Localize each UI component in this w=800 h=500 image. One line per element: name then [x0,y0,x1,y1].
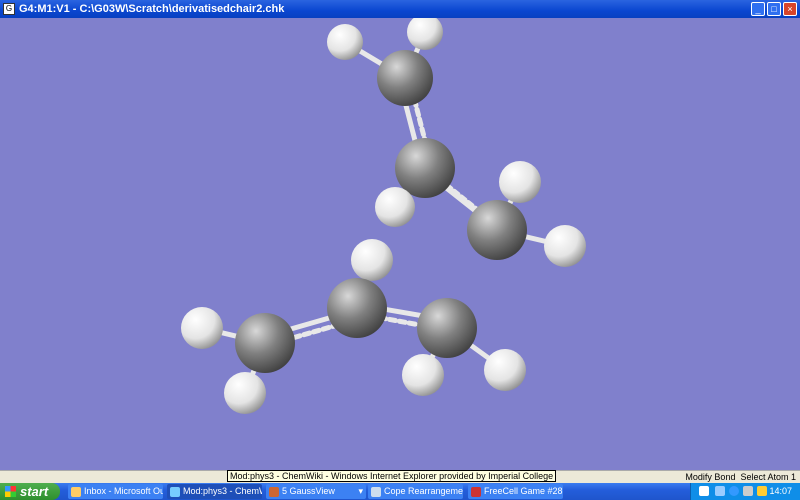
group-arrow-icon: ▾ [358,486,363,496]
taskbar: start Inbox - Microsoft Out... Mod:phys3… [0,483,800,500]
ie-icon [170,487,180,497]
freecell-icon [471,487,481,497]
start-button[interactable]: start [0,483,60,500]
hydrogen-atom [327,24,363,60]
hydrogen-atom [544,225,586,267]
molecule-viewport[interactable] [0,14,800,470]
hydrogen-atom [402,354,444,396]
status-hint: Select Atom 1 [740,472,796,482]
atoms [181,14,586,414]
task-ie[interactable]: Mod:phys3 - ChemWi... [167,484,262,499]
network-icon[interactable] [715,486,725,496]
carbon-atom [395,138,455,198]
status-mode: Modify Bond [685,472,736,482]
carbon-atom [327,278,387,338]
hydrogen-atom [499,161,541,203]
hydrogen-atom [224,372,266,414]
minimize-button[interactable]: _ [751,2,765,16]
hydrogen-atom [407,14,443,50]
security-icon[interactable] [757,486,767,496]
clock[interactable]: 14:07 [769,486,792,496]
hydrogen-atom [484,349,526,391]
bluetooth-icon[interactable] [729,486,739,496]
wireless-icon[interactable] [743,486,753,496]
windows-logo-icon [5,486,16,497]
tooltip: Mod:phys3 - ChemWiki - Windows Internet … [227,470,557,482]
task-gaussview[interactable]: 5 GaussView ▾ [266,484,366,499]
title-bar: G G4:M1:V1 - C:\G03W\Scratch\derivatised… [0,0,800,18]
carbon-atom [417,298,477,358]
outlook-icon [71,487,81,497]
molecule-render[interactable] [0,14,800,470]
task-cope[interactable]: Cope Rearrangement... [368,484,463,499]
task-freecell[interactable]: FreeCell Game #28740 [468,484,563,499]
window-icon [371,487,381,497]
close-button[interactable]: × [783,2,797,16]
system-tray: 14:07 [690,483,800,500]
hydrogen-atom [351,239,393,281]
help-icon[interactable] [699,486,709,496]
window-title: G4:M1:V1 - C:\G03W\Scratch\derivatisedch… [19,3,285,15]
task-outlook[interactable]: Inbox - Microsoft Out... [68,484,163,499]
carbon-atom [235,313,295,373]
carbon-atom [467,200,527,260]
app-icon[interactable]: G [3,3,15,15]
hydrogen-atom [375,187,415,227]
maximize-button[interactable]: □ [767,2,781,16]
carbon-atom [377,50,433,106]
hydrogen-atom [181,307,223,349]
gaussview-icon [269,487,279,497]
